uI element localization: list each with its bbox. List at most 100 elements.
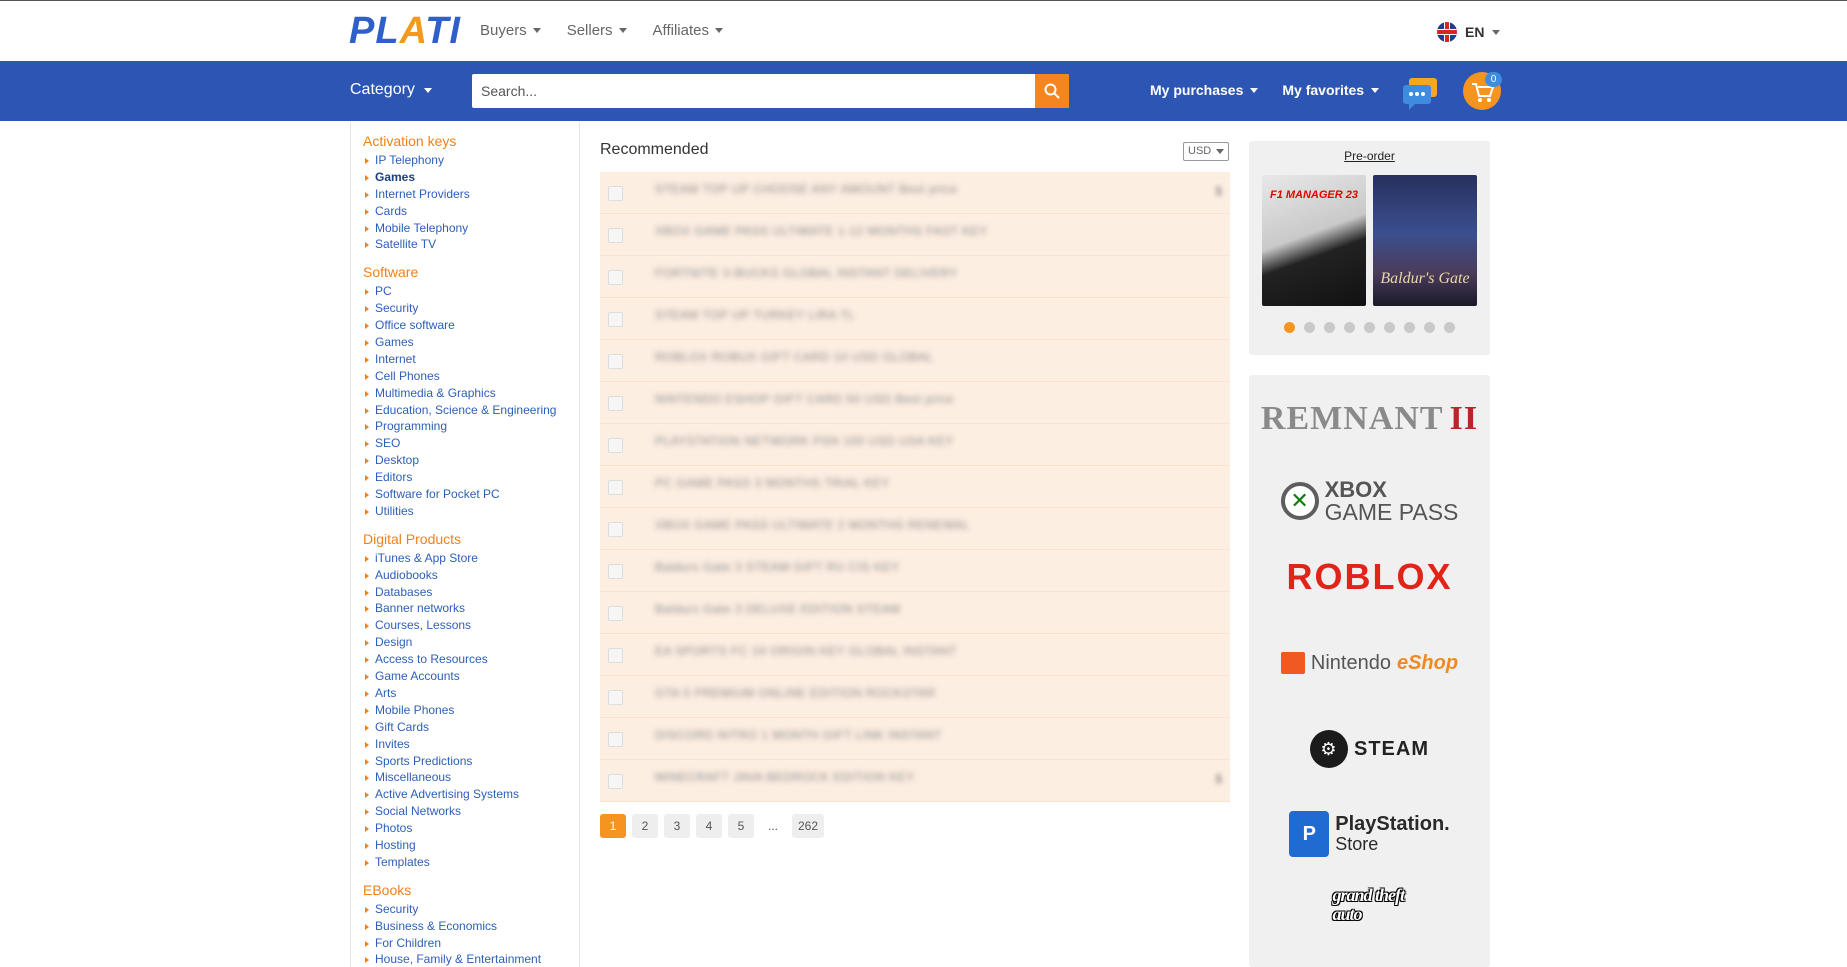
product-row[interactable]: GTA 5 PREMIUM ONLINE EDITION ROCKSTAR bbox=[600, 676, 1230, 718]
sidebar-item[interactable]: PC bbox=[351, 283, 579, 300]
brand-playstation-store[interactable]: P PlayStation. Store bbox=[1249, 807, 1490, 861]
sidebar-item[interactable]: Utilities bbox=[351, 503, 579, 520]
product-checkbox[interactable] bbox=[608, 648, 623, 663]
plati-logo[interactable]: PLATI bbox=[349, 10, 461, 53]
product-title[interactable]: FORTNITE V-BUCKS GLOBAL INSTANT DELIVERY bbox=[655, 266, 958, 280]
sidebar-item[interactable]: Internet Providers bbox=[351, 186, 579, 203]
page-button[interactable]: 2 bbox=[632, 814, 658, 838]
product-row[interactable]: Baldurs Gate 3 STEAM GIFT RU CIS KEY bbox=[600, 550, 1230, 592]
sidebar-item[interactable]: IP Telephony bbox=[351, 152, 579, 169]
game-card-f1-manager[interactable]: F1 MANAGER 23 bbox=[1262, 175, 1366, 306]
sidebar-item[interactable]: Templates bbox=[351, 854, 579, 871]
product-title[interactable]: DISCORD NITRO 1 MONTH GIFT LINK INSTANT bbox=[655, 728, 942, 742]
product-title[interactable]: ROBLOX ROBUX GIFT CARD 10 USD GLOBAL bbox=[655, 350, 934, 364]
product-title[interactable]: STEAM TOP UP TURKEY LIRA TL bbox=[655, 308, 855, 322]
product-title[interactable]: PLAYSTATION NETWORK PSN 100 USD USA KEY bbox=[655, 434, 954, 448]
category-dropdown[interactable]: Category bbox=[350, 81, 432, 99]
product-row[interactable]: DISCORD NITRO 1 MONTH GIFT LINK INSTANT bbox=[600, 718, 1230, 760]
sidebar-item[interactable]: SEO bbox=[351, 435, 579, 452]
product-checkbox[interactable] bbox=[608, 690, 623, 705]
product-title[interactable]: EA SPORTS FC 24 ORIGIN KEY GLOBAL INSTAN… bbox=[655, 644, 957, 658]
game-card-baldurs-gate[interactable]: Baldur's Gate bbox=[1373, 175, 1477, 306]
sidebar-item[interactable]: Banner networks bbox=[351, 600, 579, 617]
sidebar-item[interactable]: Active Advertising Systems bbox=[351, 786, 579, 803]
preorder-link[interactable]: Pre-order bbox=[1249, 149, 1490, 163]
brand-roblox[interactable]: ROBLOX bbox=[1249, 555, 1490, 599]
product-row[interactable]: PC GAME PASS 3 MONTHS TRIAL KEY bbox=[600, 466, 1230, 508]
product-title[interactable]: NINTENDO ESHOP GIFT CARD 50 USD Best pri… bbox=[655, 392, 954, 406]
product-row[interactable]: Baldurs Gate 3 DELUXE EDITION STEAM bbox=[600, 592, 1230, 634]
sidebar-item[interactable]: Invites bbox=[351, 736, 579, 753]
product-title[interactable]: XBOX GAME PASS ULTIMATE 1-12 MONTHS FAST… bbox=[655, 224, 988, 238]
sidebar-item[interactable]: Mobile Telephony bbox=[351, 220, 579, 237]
sidebar-section-title[interactable]: Digital Products bbox=[363, 531, 579, 547]
page-button[interactable]: 4 bbox=[696, 814, 722, 838]
brand-xbox-game-pass[interactable]: ✕ XBOX GAME PASS bbox=[1249, 477, 1490, 525]
my-favorites-menu[interactable]: My favorites bbox=[1282, 82, 1380, 98]
carousel-dot[interactable] bbox=[1324, 322, 1335, 333]
product-checkbox[interactable] bbox=[608, 312, 623, 327]
sidebar-item[interactable]: Games bbox=[351, 169, 579, 186]
sidebar-item[interactable]: Arts bbox=[351, 685, 579, 702]
product-row[interactable]: STEAM TOP UP TURKEY LIRA TL bbox=[600, 298, 1230, 340]
product-checkbox[interactable] bbox=[608, 522, 623, 537]
sidebar-item[interactable]: Mobile Phones bbox=[351, 702, 579, 719]
carousel-dot[interactable] bbox=[1444, 322, 1455, 333]
page-button[interactable]: 5 bbox=[728, 814, 754, 838]
sidebar-item[interactable]: Education, Science & Engineering bbox=[351, 402, 579, 419]
sidebar-item[interactable]: Audiobooks bbox=[351, 567, 579, 584]
sidebar-item[interactable]: Gift Cards bbox=[351, 719, 579, 736]
sidebar-item[interactable]: Courses, Lessons bbox=[351, 617, 579, 634]
brand-gta-v[interactable]: grand theft auto bbox=[1249, 883, 1490, 953]
sidebar-item[interactable]: Software for Pocket PC bbox=[351, 486, 579, 503]
sidebar-item[interactable]: Sports Predictions bbox=[351, 753, 579, 770]
sidebar-item[interactable]: Editors bbox=[351, 469, 579, 486]
product-row[interactable]: STEAM TOP UP CHOOSE ANY AMOUNT Best pric… bbox=[600, 172, 1230, 214]
search-button[interactable] bbox=[1035, 74, 1069, 108]
product-checkbox[interactable] bbox=[608, 438, 623, 453]
sidebar-item[interactable]: Games bbox=[351, 334, 579, 351]
language-selector[interactable]: EN bbox=[1437, 22, 1501, 42]
product-checkbox[interactable] bbox=[608, 270, 623, 285]
page-button[interactable]: 1 bbox=[600, 814, 626, 838]
product-checkbox[interactable] bbox=[608, 186, 623, 201]
sidebar-item[interactable]: Security bbox=[351, 901, 579, 918]
product-checkbox[interactable] bbox=[608, 564, 623, 579]
sidebar-item[interactable]: Cards bbox=[351, 203, 579, 220]
product-row[interactable]: EA SPORTS FC 24 ORIGIN KEY GLOBAL INSTAN… bbox=[600, 634, 1230, 676]
sidebar-item[interactable]: For Children bbox=[351, 935, 579, 952]
nav-buyers[interactable]: Buyers bbox=[480, 22, 541, 39]
sidebar-item[interactable]: Office software bbox=[351, 317, 579, 334]
page-button[interactable]: 3 bbox=[664, 814, 690, 838]
sidebar-item[interactable]: Multimedia & Graphics bbox=[351, 385, 579, 402]
sidebar-item[interactable]: House, Family & Entertainment bbox=[351, 951, 579, 967]
product-title[interactable]: Baldurs Gate 3 STEAM GIFT RU CIS KEY bbox=[655, 560, 900, 574]
currency-select[interactable]: USD bbox=[1183, 142, 1229, 161]
product-checkbox[interactable] bbox=[608, 396, 623, 411]
search-input[interactable] bbox=[472, 74, 1035, 108]
product-checkbox[interactable] bbox=[608, 480, 623, 495]
sidebar-item[interactable]: Satellite TV bbox=[351, 236, 579, 253]
sidebar-item[interactable]: Design bbox=[351, 634, 579, 651]
product-row[interactable]: ROBLOX ROBUX GIFT CARD 10 USD GLOBAL bbox=[600, 340, 1230, 382]
page-button[interactable]: 262 bbox=[792, 814, 825, 838]
product-row[interactable]: XBOX GAME PASS ULTIMATE 2 MONTHS RENEWAL bbox=[600, 508, 1230, 550]
carousel-dot[interactable] bbox=[1384, 322, 1395, 333]
product-checkbox[interactable] bbox=[608, 732, 623, 747]
product-checkbox[interactable] bbox=[608, 774, 623, 789]
brand-steam[interactable]: ⚙ STEAM bbox=[1249, 727, 1490, 771]
sidebar-item[interactable]: Miscellaneous bbox=[351, 769, 579, 786]
sidebar-section-title[interactable]: EBooks bbox=[363, 882, 579, 898]
product-checkbox[interactable] bbox=[608, 228, 623, 243]
product-row[interactable]: FORTNITE V-BUCKS GLOBAL INSTANT DELIVERY bbox=[600, 256, 1230, 298]
sidebar-item[interactable]: Game Accounts bbox=[351, 668, 579, 685]
carousel-dot[interactable] bbox=[1284, 322, 1295, 333]
product-checkbox[interactable] bbox=[608, 606, 623, 621]
sidebar-item[interactable]: Security bbox=[351, 300, 579, 317]
brand-remnant[interactable]: REMNANT II bbox=[1249, 395, 1490, 443]
sidebar-section-title[interactable]: Software bbox=[363, 264, 579, 280]
chat-icon[interactable] bbox=[1401, 76, 1439, 110]
nav-affiliates[interactable]: Affiliates bbox=[653, 22, 723, 39]
nav-sellers[interactable]: Sellers bbox=[567, 22, 627, 39]
carousel-dot[interactable] bbox=[1404, 322, 1415, 333]
